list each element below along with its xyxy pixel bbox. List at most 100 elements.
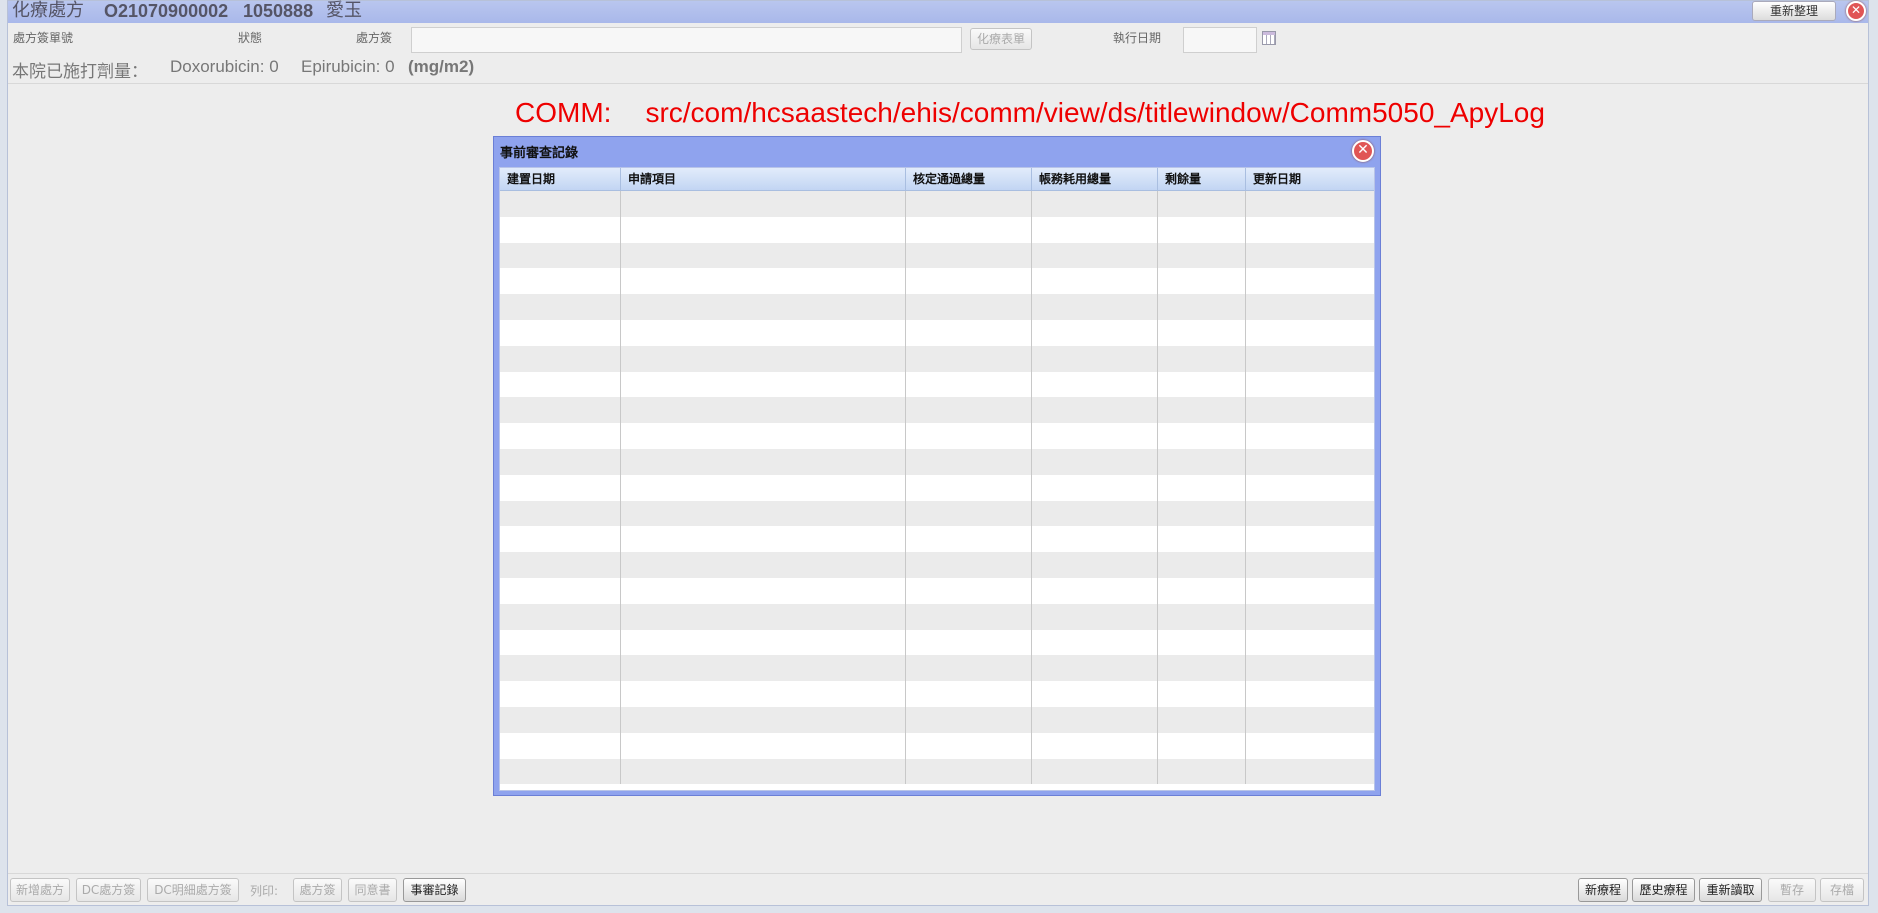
table-cell — [906, 474, 1032, 501]
table-cell — [500, 345, 621, 372]
epirubicin-dose: Epirubicin: 0 — [301, 57, 395, 76]
table-cell — [1158, 732, 1246, 759]
table-cell — [1032, 577, 1158, 604]
table-cell — [500, 603, 621, 630]
chart-number: 1050888 — [243, 1, 314, 21]
table-cell — [1032, 552, 1158, 578]
table-cell — [1032, 397, 1158, 424]
print-consent-button[interactable]: 同意書 — [348, 878, 397, 902]
table-row[interactable] — [500, 242, 1374, 269]
dialog-header[interactable]: 事前審查記錄 ✕ — [494, 137, 1380, 163]
table-cell — [500, 526, 621, 553]
table-cell — [906, 526, 1032, 553]
table-row[interactable] — [500, 655, 1374, 682]
table-row[interactable] — [500, 681, 1374, 707]
col-header-update-date[interactable]: 更新日期 — [1246, 168, 1374, 190]
table-row[interactable] — [500, 371, 1374, 398]
table-row[interactable] — [500, 526, 1374, 553]
table-cell — [1032, 526, 1158, 553]
calendar-icon[interactable] — [1262, 31, 1276, 45]
table-cell — [906, 216, 1032, 243]
dc-prescription-button[interactable]: DC處方簽 — [76, 878, 141, 902]
table-cell — [500, 681, 621, 707]
table-cell — [1246, 475, 1374, 501]
table-cell — [1158, 681, 1246, 707]
table-row[interactable] — [500, 191, 1374, 217]
comm-path: src/com/hcsaastech/ehis/comm/view/ds/tit… — [645, 97, 1545, 128]
table-cell — [906, 397, 1032, 424]
new-course-button[interactable]: 新療程 — [1578, 878, 1628, 902]
save-button[interactable]: 存檔 — [1820, 878, 1864, 902]
table-cell — [621, 319, 906, 346]
table-cell — [500, 191, 621, 217]
table-cell — [1158, 397, 1246, 424]
col-header-billing-used[interactable]: 帳務耗用總量 — [1032, 168, 1158, 190]
table-row[interactable] — [500, 345, 1374, 372]
table-cell — [1032, 474, 1158, 501]
dose-unit: (mg/m2) — [408, 57, 475, 76]
table-cell — [621, 268, 906, 295]
table-cell — [621, 655, 906, 682]
reload-button[interactable]: 重新讀取 — [1699, 878, 1762, 902]
table-cell — [906, 603, 1032, 630]
col-header-apply-item[interactable]: 申請項目 — [621, 168, 906, 190]
new-prescription-button[interactable]: 新增處方 — [10, 878, 70, 902]
table-row[interactable] — [500, 423, 1374, 449]
table-cell — [621, 345, 906, 372]
table-cell — [500, 423, 621, 449]
table-body — [500, 191, 1374, 785]
temp-save-button[interactable]: 暫存 — [1768, 878, 1816, 902]
print-label: 列印: — [250, 884, 279, 898]
col-header-create-date[interactable]: 建置日期 — [500, 168, 621, 190]
table-row[interactable] — [500, 577, 1374, 604]
exec-date-field[interactable] — [1183, 27, 1257, 53]
table-cell — [1246, 526, 1374, 552]
table-row[interactable] — [500, 732, 1374, 759]
history-course-button[interactable]: 歷史療程 — [1632, 878, 1695, 902]
table-cell — [500, 371, 621, 398]
table-cell — [1032, 500, 1158, 527]
table-cell — [621, 216, 906, 243]
table-cell — [500, 629, 621, 656]
print-prescription-button[interactable]: 處方簽 — [293, 878, 342, 902]
refresh-button[interactable]: 重新整理 — [1752, 1, 1836, 21]
table-row[interactable] — [500, 629, 1374, 656]
review-log-dialog: 事前審查記錄 ✕ 建置日期 申請項目 核定通過總量 帳務耗用總量 剩餘量 更新日… — [493, 136, 1381, 796]
comm-path-label: COMM: src/com/hcsaastech/ehis/comm/view/d… — [515, 97, 1545, 129]
table-cell — [1032, 294, 1158, 320]
table-cell — [1158, 552, 1246, 578]
table-row[interactable] — [500, 474, 1374, 501]
table-cell — [1246, 243, 1374, 269]
col-header-approved-total[interactable]: 核定通過總量 — [906, 168, 1032, 190]
table-row[interactable] — [500, 268, 1374, 295]
table-row[interactable] — [500, 500, 1374, 527]
table-cell — [906, 552, 1032, 578]
table-cell — [1158, 500, 1246, 527]
prescription-field[interactable] — [411, 27, 962, 53]
table-row[interactable] — [500, 397, 1374, 424]
table-header: 建置日期 申請項目 核定通過總量 帳務耗用總量 剩餘量 更新日期 — [500, 168, 1374, 191]
review-log-button[interactable]: 事審記錄 — [403, 878, 466, 902]
table-cell — [500, 552, 621, 578]
table-row[interactable] — [500, 294, 1374, 320]
col-header-remaining[interactable]: 剩餘量 — [1158, 168, 1246, 190]
table-row[interactable] — [500, 216, 1374, 243]
table-row[interactable] — [500, 552, 1374, 578]
table-row[interactable] — [500, 758, 1374, 785]
table-row[interactable] — [500, 448, 1374, 475]
window-close-icon[interactable]: ✕ — [1846, 1, 1866, 21]
table-cell — [1246, 707, 1374, 733]
table-row[interactable] — [500, 319, 1374, 346]
dialog-close-icon[interactable]: ✕ — [1352, 140, 1374, 162]
table-row[interactable] — [500, 603, 1374, 630]
table-row[interactable] — [500, 706, 1374, 733]
table-cell — [1158, 191, 1246, 217]
table-cell — [1032, 448, 1158, 475]
table-cell — [1158, 526, 1246, 553]
table-cell — [906, 758, 1032, 785]
table-cell — [1032, 268, 1158, 295]
chemo-form-button[interactable]: 化療表單 — [970, 28, 1032, 50]
table-cell — [500, 706, 621, 733]
dc-detail-prescription-button[interactable]: DC明細處方簽 — [147, 878, 239, 902]
table-cell — [906, 448, 1032, 475]
